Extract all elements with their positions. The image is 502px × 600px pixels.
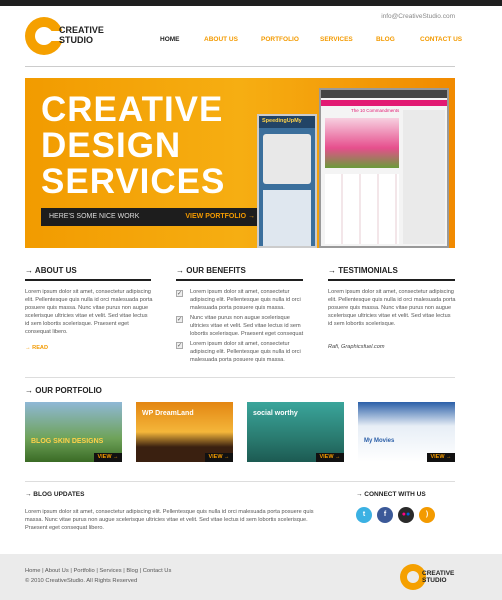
view-button[interactable]: VIEW →	[94, 453, 122, 462]
hero-screenshot-2: The 10 Commandments	[319, 88, 449, 248]
nav-blog[interactable]: BLOG	[376, 36, 395, 43]
top-bar	[0, 0, 502, 6]
nav-portfolio[interactable]: PORTFOLIO	[261, 36, 299, 43]
connect-title: → CONNECT WITH US	[356, 491, 426, 498]
nav-services[interactable]: SERVICES	[320, 36, 353, 43]
copyright: © 2010 CreativeStudio. All Rights Reserv…	[25, 578, 138, 584]
logo-line1: CREATIVE	[59, 25, 104, 35]
portfolio-item[interactable]: social worthy VIEW →	[247, 402, 344, 462]
benefit-item: Lorem ipsum dolor sit amet, consectetur …	[190, 289, 301, 311]
about-text: Lorem ipsum dolor sit amet, consectetur …	[25, 289, 153, 335]
divider	[25, 377, 455, 378]
view-button[interactable]: VIEW →	[427, 453, 455, 462]
testimonials-rule	[328, 279, 455, 281]
hero-banner: CREATIVE DESIGN SERVICES HERE'S SOME NIC…	[25, 78, 455, 248]
email-link[interactable]: info@CreativeStudio.com	[381, 13, 455, 20]
checkbox-icon: ✓	[176, 342, 183, 349]
benefits-rule	[176, 279, 303, 281]
footer: Home | About Us | Portfolio | Services |…	[0, 554, 502, 600]
logo-line2: STUDIO	[59, 35, 94, 45]
checkbox-icon: ✓	[176, 316, 183, 323]
about-rule	[25, 279, 151, 281]
rss-icon[interactable]: )	[419, 507, 435, 523]
view-portfolio-button[interactable]: VIEW PORTFOLIO →	[185, 213, 255, 220]
testimonial-text: Lorem ipsum dolor sit amet, consectetur …	[328, 289, 456, 327]
view-button[interactable]: VIEW →	[205, 453, 233, 462]
testimonials-title: → TESTIMONIALS	[328, 266, 398, 275]
divider	[25, 66, 455, 67]
flickr-icon[interactable]: ●●	[398, 507, 414, 523]
portfolio-title: → OUR PORTFOLIO	[25, 386, 102, 395]
portfolio-item[interactable]: My Movies VIEW →	[358, 402, 455, 462]
blog-updates-title: → BLOG UPDATES	[25, 491, 85, 498]
twitter-icon[interactable]: t	[356, 507, 372, 523]
portfolio-item[interactable]: BLOG SKIN DESIGNS VIEW →	[25, 402, 122, 462]
benefits-title: → OUR BENEFITS	[176, 266, 246, 275]
hero-tagline: HERE'S SOME NICE WORK	[49, 213, 140, 220]
hero-cta-bar: HERE'S SOME NICE WORK VIEW PORTFOLIO →	[41, 208, 263, 226]
checkbox-icon: ✓	[176, 290, 183, 297]
footer-links[interactable]: Home | About Us | Portfolio | Services |…	[25, 568, 171, 574]
benefit-item: Nunc vitae purus non augue scelerisque u…	[190, 315, 304, 337]
testimonial-author: Rafi, Graphicsfuel.com	[328, 344, 385, 350]
read-more-link[interactable]: → READ	[25, 345, 48, 351]
hero-screenshot-1: SpeedingUpMy	[257, 114, 317, 248]
footer-logo[interactable]: CREATIVE STUDIO	[400, 564, 460, 594]
portfolio-item[interactable]: WP DreamLand VIEW →	[136, 402, 233, 462]
blog-updates-text: Lorem ipsum dolor sit amet, consectetur …	[25, 509, 314, 531]
facebook-icon[interactable]: f	[377, 507, 393, 523]
logo[interactable]: CREATIVE STUDIO	[25, 17, 125, 57]
nav-home[interactable]: HOME	[160, 36, 180, 43]
nav-about-us[interactable]: ABOUT US	[204, 36, 238, 43]
hero-title: CREATIVE DESIGN SERVICES	[41, 90, 226, 201]
view-button[interactable]: VIEW →	[316, 453, 344, 462]
nav-contact-us[interactable]: CONTACT US	[420, 36, 462, 43]
about-title: → ABOUT US	[25, 266, 77, 275]
benefit-item: Lorem ipsum dolor sit amet, consectetur …	[190, 341, 301, 363]
divider	[25, 481, 455, 482]
